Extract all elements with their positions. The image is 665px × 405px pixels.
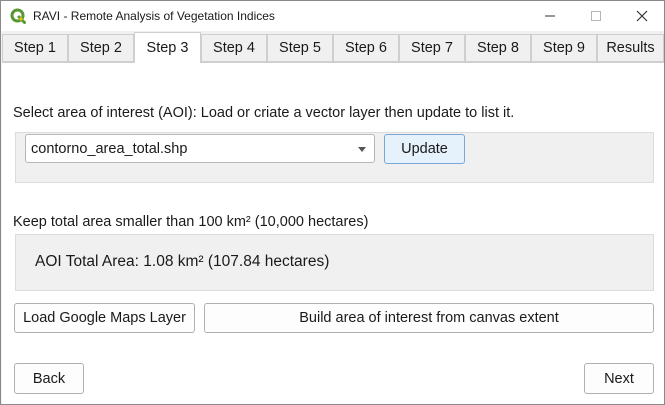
aoi-layer-select[interactable]: contorno_area_total.shp	[25, 134, 375, 163]
tab-step-6[interactable]: Step 6	[333, 34, 399, 62]
tab-step-1[interactable]: Step 1	[2, 34, 68, 62]
title-bar[interactable]: RAVI - Remote Analysis of Vegetation Ind…	[1, 1, 664, 31]
app-window: RAVI - Remote Analysis of Vegetation Ind…	[0, 0, 665, 405]
tab-step-7[interactable]: Step 7	[399, 34, 465, 62]
load-google-maps-button[interactable]: Load Google Maps Layer	[14, 303, 195, 333]
aoi-layer-group: contorno_area_total.shp Update	[15, 132, 654, 183]
tab-step-4[interactable]: Step 4	[201, 34, 267, 62]
tab-step-5[interactable]: Step 5	[267, 34, 333, 62]
aoi-area-group: AOI Total Area: 1.08 km² (107.84 hectare…	[15, 234, 654, 291]
tab-step-9[interactable]: Step 9	[531, 34, 597, 62]
tab-step-3[interactable]: Step 3	[134, 32, 201, 63]
step-3-panel: Select area of interest (AOI): Load or c…	[2, 62, 664, 404]
maximize-button[interactable]	[573, 1, 619, 31]
area-limit-note: Keep total area smaller than 100 km² (10…	[13, 214, 369, 230]
update-button[interactable]: Update	[384, 134, 465, 164]
minimize-button[interactable]	[527, 1, 573, 31]
aoi-total-area: AOI Total Area: 1.08 km² (107.84 hectare…	[35, 253, 330, 270]
tab-step-8[interactable]: Step 8	[465, 34, 531, 62]
minimize-icon	[545, 15, 555, 17]
tab-step-2[interactable]: Step 2	[68, 34, 134, 62]
chevron-down-icon	[358, 147, 366, 152]
aoi-instruction: Select area of interest (AOI): Load or c…	[13, 105, 515, 121]
maximize-icon	[591, 11, 601, 21]
close-icon	[636, 10, 648, 22]
window-title: RAVI - Remote Analysis of Vegetation Ind…	[33, 9, 275, 23]
aoi-layer-selected-value: contorno_area_total.shp	[31, 140, 188, 157]
back-button[interactable]: Back	[14, 363, 84, 394]
next-button[interactable]: Next	[584, 363, 654, 394]
build-aoi-from-canvas-button[interactable]: Build area of interest from canvas exten…	[204, 303, 654, 333]
qgis-logo-icon	[10, 8, 26, 24]
close-button[interactable]	[619, 1, 665, 31]
step-tabs: Step 1 Step 2 Step 3 Step 4 Step 5 Step …	[1, 31, 664, 63]
tab-results[interactable]: Results	[597, 34, 664, 62]
